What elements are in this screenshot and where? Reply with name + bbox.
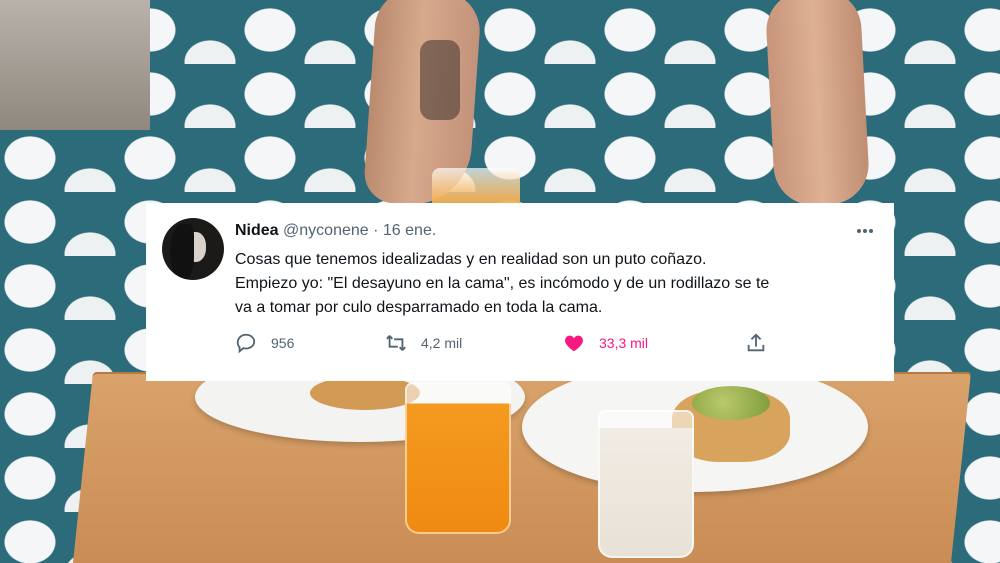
left-waffle — [310, 376, 420, 410]
retweet-count: 4,2 mil — [421, 335, 463, 351]
separator: · — [373, 222, 379, 239]
tweet-text-line: Cosas que tenemos idealizadas y en reali… — [235, 251, 707, 268]
like-button[interactable]: 33,3 mil — [563, 331, 648, 355]
reply-count: 956 — [271, 335, 295, 351]
avatar[interactable] — [162, 218, 224, 280]
heart-icon — [565, 335, 583, 352]
reply-button[interactable]: 956 — [235, 331, 294, 355]
handle[interactable]: @nyconene — [283, 222, 369, 239]
avatar-hair — [170, 224, 194, 280]
like-count: 33,3 mil — [599, 335, 649, 351]
back-juice-glass — [432, 168, 520, 208]
share-icon — [747, 333, 765, 352]
reply-icon — [236, 333, 256, 354]
share-button[interactable] — [745, 331, 781, 355]
milk-glass — [598, 410, 694, 558]
tweet-text: Cosas que tenemos idealizadas y en reali… — [235, 248, 875, 320]
tweet-header: Nidea @nyconene · 16 ene. — [235, 222, 436, 240]
tweet-card: Nidea @nyconene · 16 ene. Cosas que tene… — [146, 203, 894, 381]
retweet-button[interactable]: 4,2 mil — [385, 331, 462, 355]
retweet-icon — [386, 335, 406, 351]
tweet-date[interactable]: 16 ene. — [383, 222, 436, 239]
tweet-text-line: Empiezo yo: "El desayuno en la cama", es… — [235, 275, 770, 292]
background-wall — [0, 0, 150, 130]
display-name[interactable]: Nidea — [235, 222, 279, 239]
arm-tattoo — [420, 40, 460, 120]
more-options-icon[interactable] — [856, 219, 874, 237]
tweet-text-line: va a tomar por culo desparramado en toda… — [235, 299, 603, 316]
kiwi-slices — [692, 386, 770, 420]
orange-juice-glass — [405, 382, 511, 534]
tweet-actions: 956 4,2 mil 33,3 mil — [235, 331, 875, 355]
right-arm — [764, 0, 871, 208]
